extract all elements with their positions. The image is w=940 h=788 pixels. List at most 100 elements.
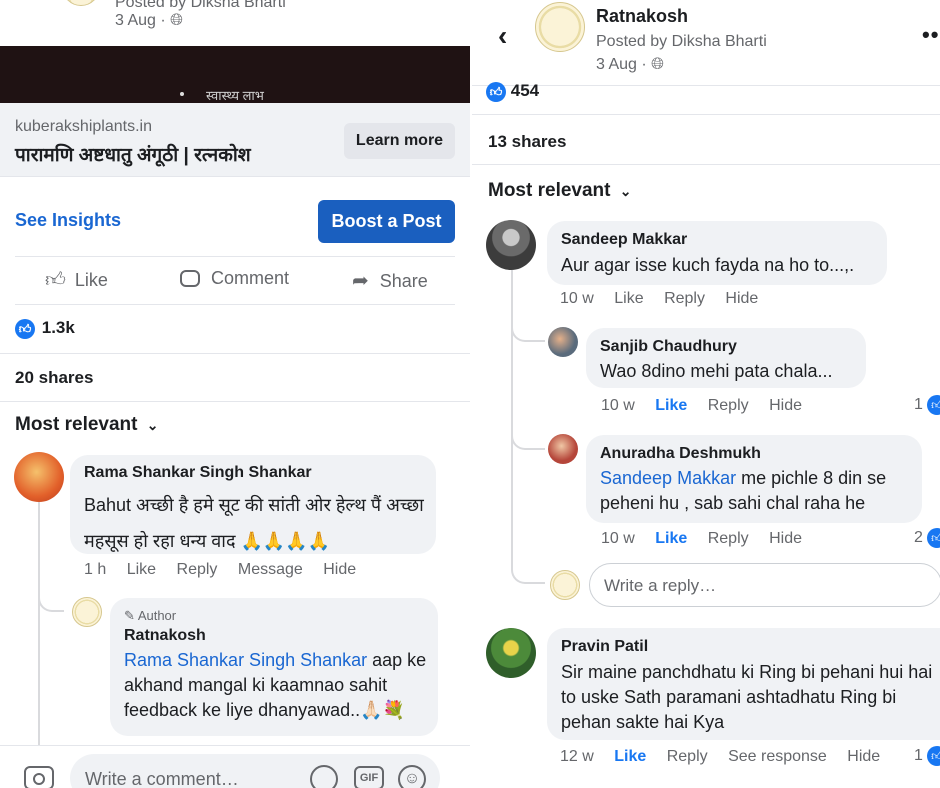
divider: [15, 304, 455, 305]
reactions-summary[interactable]: 👍︎ 1.3k: [15, 318, 75, 339]
gif-icon[interactable]: GIF: [354, 766, 384, 788]
comment-text: Sir maine panchdhatu ki Ring bi pehani h…: [561, 662, 933, 732]
reaction-count[interactable]: 2 👍︎: [914, 528, 940, 548]
see-insights-link[interactable]: See Insights: [15, 210, 121, 231]
comment-composer: Write a comment… GIF ☺: [0, 745, 470, 788]
page-avatar[interactable]: [535, 2, 585, 52]
link-preview[interactable]: kuberakshiplants.in पारामणि अष्टधातु अंग…: [0, 103, 470, 177]
comment-time: 10 w: [601, 397, 635, 414]
comment-text: Aur agar isse kuch fayda na ho to...,.: [561, 255, 855, 275]
commenter-avatar[interactable]: [548, 434, 578, 464]
pencil-icon: ✎: [124, 608, 135, 623]
thumbs-up-icon: 👍︎: [15, 318, 35, 339]
reply-connector: [511, 320, 545, 342]
comment-like-link[interactable]: Like: [614, 748, 646, 765]
comment-message-link[interactable]: Message: [238, 561, 303, 578]
commenter-name[interactable]: Pravin Patil: [561, 638, 648, 656]
comment-time: 10 w: [560, 290, 594, 307]
divider: [0, 401, 470, 402]
comment-like-link[interactable]: Like: [127, 561, 156, 578]
divider: [0, 353, 470, 354]
reply-bubble: ✎ Author Ratnakosh Rama Shankar Singh Sh…: [110, 598, 438, 736]
camera-icon[interactable]: [24, 766, 54, 788]
comment-time: 1 h: [84, 561, 107, 578]
reply-input[interactable]: Write a reply…: [589, 563, 940, 607]
comment-hide-link[interactable]: Hide: [769, 397, 802, 414]
comment-meta: 12 w Like Reply See response Hide: [560, 748, 896, 766]
mention-link[interactable]: Sandeep Makkar: [600, 468, 736, 488]
shares-count[interactable]: 13 shares: [488, 132, 566, 152]
commenter-avatar[interactable]: [548, 327, 578, 357]
commenter-name[interactable]: Sandeep Makkar: [561, 231, 687, 249]
comment-like-link[interactable]: Like: [655, 397, 687, 414]
comment-hide-link[interactable]: Hide: [847, 748, 880, 765]
comment-meta: 1 h Like Reply Message Hide: [84, 561, 372, 579]
comment-reply-link[interactable]: Reply: [708, 530, 749, 547]
learn-more-button[interactable]: Learn more: [344, 123, 455, 159]
divider: [15, 256, 455, 257]
mention-link[interactable]: Rama Shankar Singh Shankar: [124, 650, 367, 670]
commenter-avatar[interactable]: [14, 452, 64, 502]
commenter-name[interactable]: Sanjib Chaudhury: [600, 338, 737, 356]
comment-hide-link[interactable]: Hide: [769, 530, 802, 547]
chevron-down-icon: ⌄: [619, 183, 632, 199]
comment-reply-link[interactable]: Reply: [667, 748, 708, 765]
thumbs-up-icon: 👍︎: [45, 269, 66, 291]
comment-reply-link[interactable]: Reply: [664, 290, 705, 307]
emoji-icon[interactable]: ☺: [398, 765, 426, 788]
post-date: 3 Aug · 🌐︎: [596, 56, 664, 73]
commenter-avatar[interactable]: [486, 628, 536, 678]
comment-placeholder: Write a comment…: [85, 769, 239, 788]
comment-input[interactable]: Write a comment… GIF ☺: [70, 754, 440, 788]
reply-connector: [38, 590, 64, 612]
thumbs-up-icon: 👍︎: [927, 395, 940, 415]
boost-post-button[interactable]: Boost a Post: [318, 200, 455, 243]
reactions-summary[interactable]: 👍︎ 454: [486, 81, 539, 102]
comment-time: 12 w: [560, 748, 594, 765]
post-header: ‹ Ratnakosh Posted by Diksha Bharti 3 Au…: [472, 0, 940, 86]
shares-count[interactable]: 20 shares: [15, 368, 93, 388]
globe-icon: 🌐︎: [651, 56, 664, 73]
more-icon[interactable]: •••: [922, 22, 940, 48]
reply-bubble: Sanjib Chaudhury Wao 8dino mehi pata cha…: [586, 328, 866, 388]
see-response-link[interactable]: See response: [728, 748, 827, 765]
comment-meta: 10 w Like Reply Hide: [601, 397, 818, 415]
back-icon[interactable]: ‹: [498, 20, 507, 52]
author-avatar[interactable]: [72, 597, 102, 627]
sticker-icon[interactable]: [310, 765, 338, 788]
author-badge: ✎ Author: [124, 608, 177, 623]
reply-connector: [511, 428, 545, 450]
right-screenshot: ‹ Ratnakosh Posted by Diksha Bharti 3 Au…: [470, 0, 940, 788]
chevron-down-icon: ⌄: [146, 417, 159, 433]
reaction-count[interactable]: 1 👍︎: [914, 746, 940, 766]
post-date: 3 Aug · 🌐︎: [115, 12, 183, 29]
comment-reply-link[interactable]: Reply: [177, 561, 218, 578]
commenter-avatar[interactable]: [486, 220, 536, 270]
comment-hide-link[interactable]: Hide: [323, 561, 356, 578]
link-title: पारामणि अष्टधातु अंगूठी | रत्नकोश: [15, 145, 251, 166]
comment-reply-link[interactable]: Reply: [708, 397, 749, 414]
commenter-name[interactable]: Rama Shankar Singh Shankar: [84, 464, 312, 482]
comment-button[interactable]: Comment: [180, 268, 289, 289]
like-button[interactable]: 👍︎ Like: [45, 268, 108, 292]
comment-like-link[interactable]: Like: [614, 290, 643, 307]
page-name[interactable]: Ratnakosh: [596, 6, 688, 27]
reply-connector: [511, 562, 545, 584]
thumbs-up-icon: 👍︎: [486, 81, 506, 102]
page-avatar[interactable]: [62, 0, 100, 6]
reply-text: Rama Shankar Singh Shankar aap ke akhand…: [124, 650, 427, 720]
post-image[interactable]: स्वास्थ्य लाभ: [0, 46, 470, 103]
comment-sort[interactable]: Most relevant ⌄: [488, 180, 632, 202]
comment-meta: 10 w Like Reply Hide: [601, 530, 818, 548]
share-button[interactable]: ➦ Share: [352, 268, 428, 293]
commenter-name[interactable]: Anuradha Deshmukh: [600, 445, 761, 463]
reply-placeholder: Write a reply…: [604, 576, 717, 595]
comment-like-link[interactable]: Like: [655, 530, 687, 547]
comment-text: Wao 8dino mehi pata chala...: [600, 361, 833, 381]
comment-sort[interactable]: Most relevant ⌄: [15, 414, 159, 436]
reaction-count[interactable]: 1 👍︎: [914, 395, 940, 415]
reply-bubble: Anuradha Deshmukh Sandeep Makkar me pich…: [586, 435, 922, 523]
reply-author-name[interactable]: Ratnakosh: [124, 627, 206, 645]
comment-hide-link[interactable]: Hide: [725, 290, 758, 307]
comment-text: Sandeep Makkar me pichle 8 din se peheni…: [600, 468, 887, 513]
